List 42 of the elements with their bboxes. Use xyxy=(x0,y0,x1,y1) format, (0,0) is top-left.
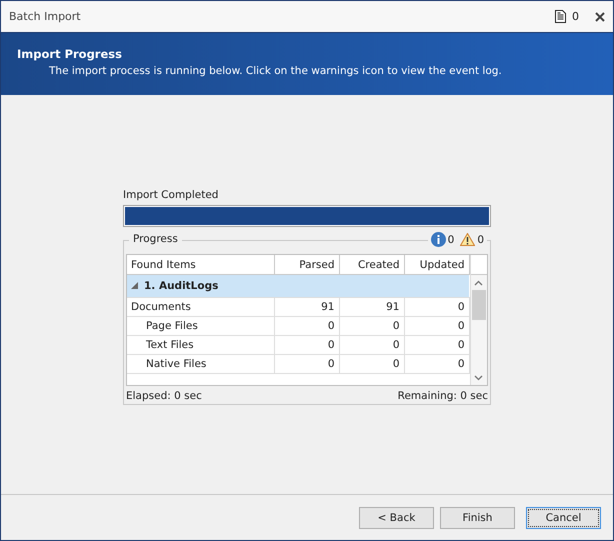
close-icon[interactable] xyxy=(595,12,605,22)
status-label: Import Completed xyxy=(123,189,220,201)
finish-button[interactable]: Finish xyxy=(440,506,515,528)
table-cell: 0 xyxy=(404,316,469,336)
table-cell: 0 xyxy=(339,336,404,354)
expanded-triangle-icon[interactable] xyxy=(131,282,138,290)
column-header[interactable]: Created xyxy=(339,255,404,274)
table-cell: Text Files xyxy=(127,336,274,354)
header-title: Import Progress xyxy=(17,47,123,61)
log-count: 0 xyxy=(572,10,579,23)
table-cell: 0 xyxy=(274,354,339,374)
table-cell: 91 xyxy=(274,298,339,316)
header-subtitle: The import process is running below. Click on the warnings icon to view the event log. xyxy=(49,65,503,77)
scrollbar-thumb[interactable] xyxy=(472,290,486,320)
table-cell: 0 xyxy=(404,354,469,374)
table-cell: Documents xyxy=(127,298,274,316)
group-row[interactable]: 1. AuditLogs xyxy=(127,274,469,298)
document-icon[interactable] xyxy=(555,10,566,23)
table-cell: Page Files xyxy=(127,316,274,336)
column-header[interactable]: Found Items xyxy=(127,255,274,274)
table-cell: 91 xyxy=(339,298,404,316)
column-header[interactable]: Parsed xyxy=(274,255,339,274)
column-header[interactable]: Updated xyxy=(404,255,469,274)
back-button[interactable]: < Back xyxy=(359,506,434,528)
table-cell: 0 xyxy=(339,316,404,336)
table-cell: 0 xyxy=(274,316,339,336)
info-count: 0 xyxy=(448,234,454,246)
info-icon[interactable] xyxy=(430,232,446,247)
table-cell: Native Files xyxy=(127,354,274,374)
table-cell: 0 xyxy=(404,298,469,316)
elapsed-time: Elapsed: 0 sec xyxy=(126,390,202,402)
warning-icon[interactable] xyxy=(460,233,476,246)
group-title: Progress xyxy=(129,233,182,245)
window-title: Batch Import xyxy=(9,10,82,23)
remaining-time: Remaining: 0 sec xyxy=(398,390,488,402)
scroll-up-icon[interactable] xyxy=(474,280,484,286)
scroll-down-icon[interactable] xyxy=(474,375,484,381)
warning-count: 0 xyxy=(477,234,484,246)
cancel-button[interactable]: Cancel xyxy=(526,506,601,528)
table-cell: 0 xyxy=(404,336,469,354)
table-cell: 0 xyxy=(339,354,404,374)
table-cell: 0 xyxy=(274,336,339,354)
